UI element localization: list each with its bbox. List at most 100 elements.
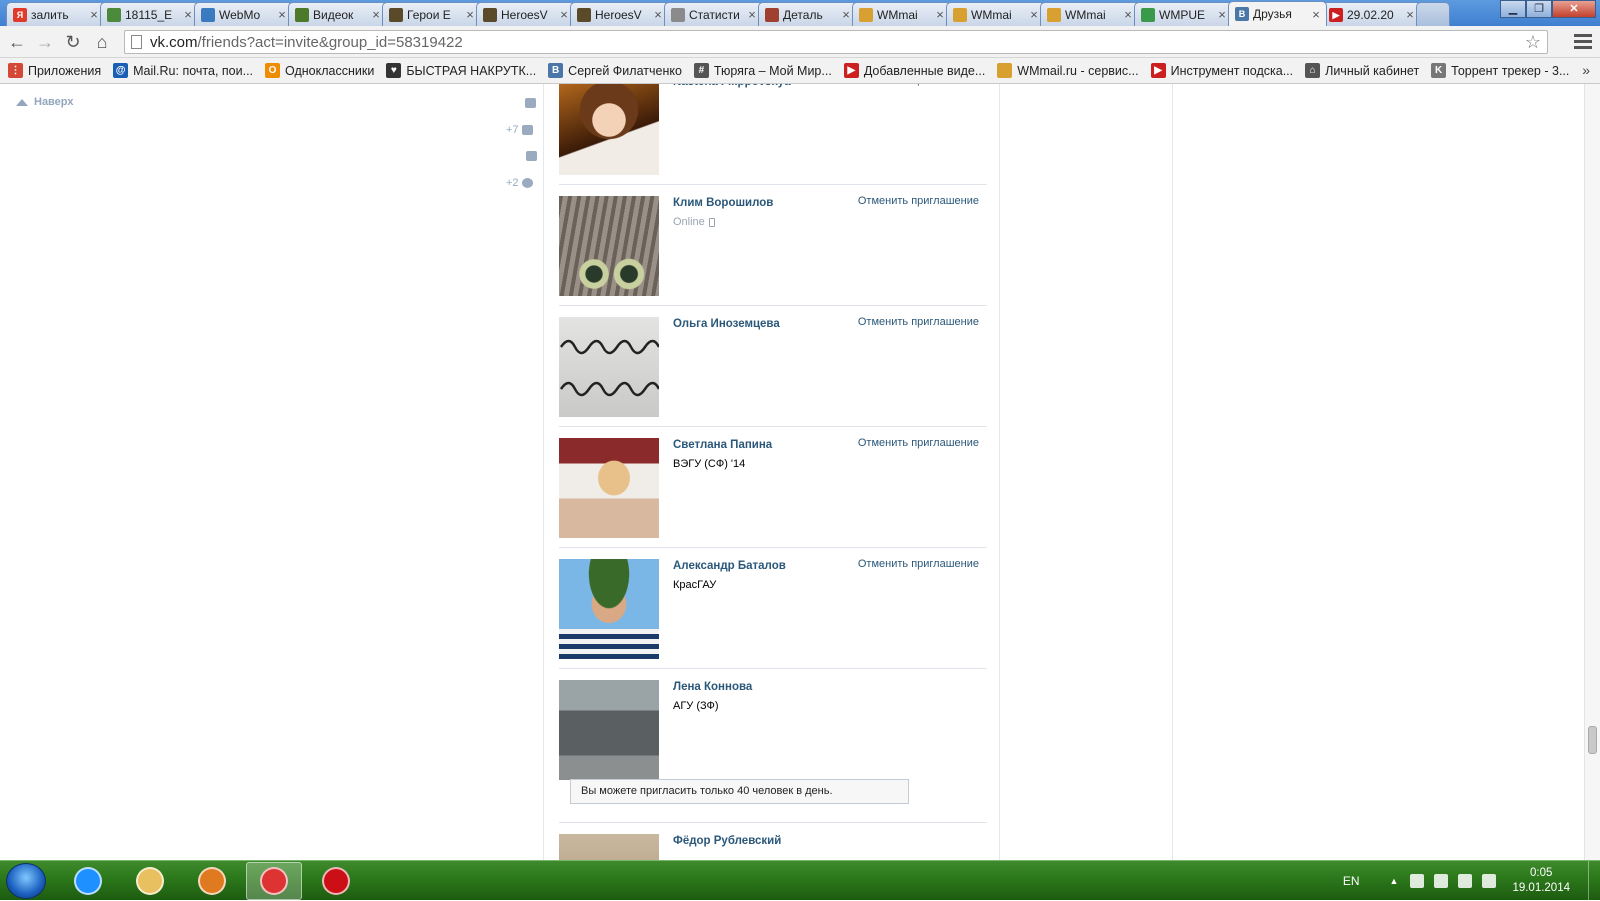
settings-notifications[interactable]: +2 [506,177,533,189]
restore-icon[interactable]: ❐ [1526,0,1552,18]
media-player-icon[interactable] [184,862,240,900]
close-tab-icon[interactable]: × [746,7,758,22]
close-tab-icon[interactable]: × [88,7,100,22]
flag-icon[interactable] [1458,874,1473,888]
scroll-to-top-link[interactable]: Наверх [16,96,74,108]
page-scrollbar[interactable] [1584,84,1600,860]
reload-icon[interactable]: ↻ [62,31,84,53]
image-icon [107,7,121,22]
chrome-icon[interactable] [246,862,302,900]
avatar[interactable] [559,84,659,175]
browser-tab[interactable]: Деталь × [758,2,857,26]
avatar[interactable] [559,834,659,860]
bookmark-item[interactable]: WMmail.ru - сервис... [997,63,1139,78]
cancel-invitation-link[interactable]: Отменить приглашение [858,84,979,86]
close-tab-icon[interactable]: × [1310,7,1322,22]
close-tab-icon[interactable]: × [464,7,476,22]
new-tab-button[interactable] [1416,2,1450,26]
bookmark-item[interactable]: @ Mail.Ru: почта, пои... [113,63,253,78]
close-tab-icon[interactable]: × [558,7,570,22]
device-icon[interactable] [1434,874,1449,888]
friend-row: Ольга Иноземцева Отменить приглашение [559,306,987,427]
back-arrow-icon[interactable]: ← [6,31,28,53]
browser-tab[interactable]: Видеок × [288,2,387,26]
close-window-icon[interactable]: ✕ [1552,0,1596,18]
avatar[interactable] [559,196,659,296]
browser-tab[interactable]: WebMo × [194,2,293,26]
bookmark-item[interactable]: ▶ Инструмент подска... [1150,63,1293,78]
browser-tab[interactable]: WMmai × [1040,2,1139,26]
cancel-invitation-link[interactable]: Отменить приглашение [858,558,979,570]
language-indicator[interactable]: EN [1343,874,1360,888]
friends-notifications[interactable]: +7 [506,124,533,136]
browser-tab[interactable]: ▶ 29.02.20 × [1322,2,1421,26]
browser-tab[interactable]: Статисти × [664,2,763,26]
browser-tab[interactable]: WMmai × [852,2,951,26]
tray-expand-icon[interactable]: ▲ [1390,876,1399,886]
avatar[interactable] [559,680,659,780]
network-warning-icon[interactable] [1410,874,1425,888]
close-tab-icon[interactable]: × [1216,7,1228,22]
browser-tab[interactable]: Язалить × [6,2,105,26]
browser-tab[interactable]: Герои E × [382,2,481,26]
bookmark-item[interactable]: K Торрент трекер - 3... [1431,63,1569,78]
friend-name-link[interactable]: Клим Ворошилов [673,197,773,209]
settings-count: +2 [506,177,519,189]
show-desktop-button[interactable] [1588,861,1600,901]
close-tab-icon[interactable]: × [276,7,288,22]
chrome-menu-icon[interactable] [1574,31,1592,53]
opera-icon[interactable] [308,862,364,900]
bookmark-star-icon[interactable]: ☆ [1525,31,1541,53]
friend-name-link[interactable]: Фёдор Рублевский [673,835,781,847]
friend-name-link[interactable]: Светлана Папина [673,439,772,451]
close-tab-icon[interactable]: × [652,7,664,22]
browser-tab[interactable]: В Друзья × [1228,1,1327,26]
scrollbar-thumb[interactable] [1588,726,1597,754]
browser-tab[interactable]: 18115_E × [100,2,199,26]
cancel-invitation-link[interactable]: Отменить приглашение [858,437,979,449]
bookmark-item[interactable]: # Тюряга – Мой Мир... [693,63,832,78]
wmmail-icon [997,63,1013,78]
bookmark-item[interactable]: ⌂ Личный кабинет [1305,63,1419,78]
bookmark-item[interactable]: ⋮ Приложения [8,63,101,78]
friend-name-link[interactable]: Ольга Иноземцева [673,318,780,330]
close-tab-icon[interactable]: × [840,7,852,22]
bookmark-item[interactable]: O Одноклассники [265,63,374,78]
bookmark-item[interactable]: ▶ Добавленные виде... [843,63,985,78]
browser-tab[interactable]: WMmai × [946,2,1045,26]
internet-explorer-icon[interactable] [60,862,116,900]
close-tab-icon[interactable]: × [1028,7,1040,22]
bookmarks-overflow-icon[interactable]: » [1582,62,1590,78]
messages-icon[interactable] [522,98,536,108]
column-divider-right [999,84,1000,860]
volume-icon[interactable] [1482,874,1497,888]
avatar[interactable] [559,438,659,538]
avatar[interactable] [559,317,659,417]
browser-tab[interactable]: WMPUE × [1134,2,1233,26]
start-button[interactable] [6,863,46,899]
browser-tab[interactable]: HeroesV × [570,2,669,26]
browser-tab[interactable]: HeroesV × [476,2,575,26]
minimize-icon[interactable]: ▁ [1500,0,1526,18]
file-explorer-icon[interactable] [122,862,178,900]
close-tab-icon[interactable]: × [370,7,382,22]
cancel-invitation-link[interactable]: Отменить приглашение [858,195,979,207]
friend-name-link[interactable]: Александр Баталов [673,560,786,572]
bookmark-item[interactable]: ♥ БЫСТРАЯ НАКРУТК... [386,63,536,78]
bookmark-item[interactable]: В Сергей Филатченко [548,63,682,78]
forward-arrow-icon[interactable]: → [34,31,56,53]
apps-grid-icon: ⋮ [8,63,23,78]
close-tab-icon[interactable]: × [1404,7,1416,22]
tab-label: WMmai [1065,7,1106,22]
home-icon[interactable]: ⌂ [91,31,113,53]
cancel-invitation-link[interactable]: Отменить приглашение [858,316,979,328]
friend-name-link[interactable]: Nastena Filippovskya [673,84,791,88]
close-tab-icon[interactable]: × [1122,7,1134,22]
address-bar[interactable]: vk.com/friends?act=invite&group_id=58319… [124,30,1548,54]
avatar[interactable] [559,559,659,659]
close-tab-icon[interactable]: × [182,7,194,22]
friend-name-link[interactable]: Лена Коннова [673,681,752,693]
comments-icon[interactable] [523,151,537,161]
close-tab-icon[interactable]: × [934,7,946,22]
clock[interactable]: 0:05 19.01.2014 [1512,866,1570,896]
